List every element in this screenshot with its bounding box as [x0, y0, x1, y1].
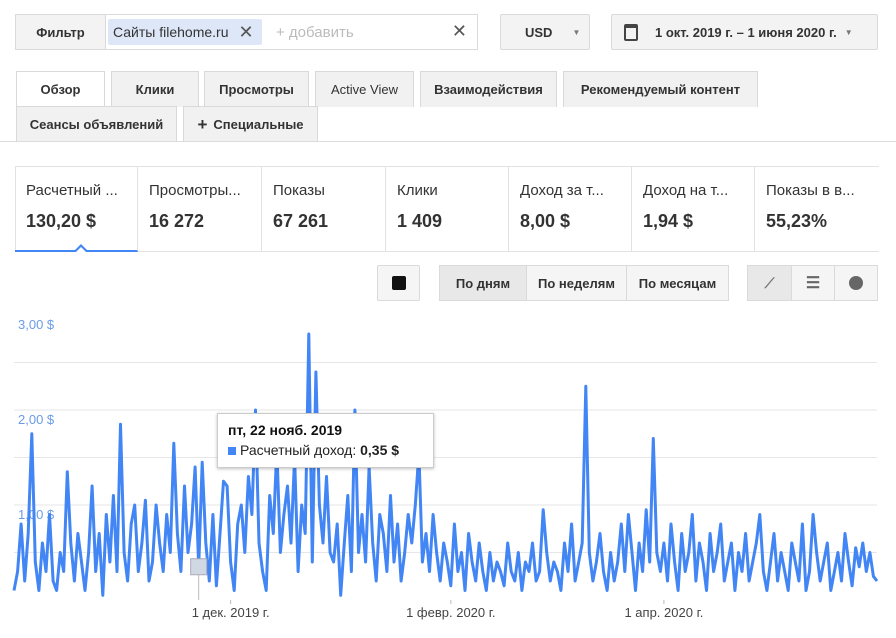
tab-active-view[interactable]: Active View — [315, 71, 414, 107]
date-range-value: 1 окт. 2019 г. – 1 июня 2020 г. — [655, 24, 837, 40]
metric-label: Доход за т... — [520, 182, 604, 199]
x-tick-label: 1 апр. 2020 г. — [624, 605, 703, 620]
plus-icon: + — [197, 114, 208, 134]
tabs-divider — [0, 141, 896, 142]
date-range-select[interactable]: 1 окт. 2019 г. – 1 июня 2020 г. ▼ — [611, 14, 878, 50]
metric-value: 130,20 $ — [26, 211, 97, 231]
metric-value: 16 272 — [149, 211, 205, 231]
line-chart-icon: ⟋ — [764, 274, 775, 291]
tab-overview[interactable]: Обзор — [16, 71, 105, 107]
x-tick-label: 1 дек. 2019 г. — [192, 605, 270, 620]
granularity-month[interactable]: По месяцам — [627, 266, 728, 300]
chip-remove-icon[interactable]: ✕ — [239, 22, 254, 43]
granularity-toggle: По дням По неделям По месяцам — [439, 265, 729, 301]
metric-label: Клики — [397, 182, 438, 199]
bar-chart-button[interactable]: ☰ — [792, 266, 835, 300]
filter-bar: Фильтр Сайты filehome.ru ✕ + добавить ✕ — [15, 14, 478, 50]
tab-interactions[interactable]: Взаимодействия — [420, 71, 557, 107]
tooltip-value: 0,35 $ — [360, 442, 400, 458]
metric-value: 67 261 — [273, 211, 329, 231]
metric-value: 8,00 $ — [520, 211, 571, 231]
comment-icon — [391, 276, 406, 290]
pie-chart-icon — [849, 276, 863, 290]
add-filter-input[interactable]: + добавить — [276, 24, 354, 41]
selected-caret-inner — [76, 247, 86, 252]
tab-clicks[interactable]: Клики — [111, 71, 199, 107]
metric-label: Доход на т... — [643, 182, 729, 199]
chart-tooltip: пт, 22 нояб. 2019 Расчетный доход: 0,35 … — [217, 413, 434, 468]
metric-value: 1,94 $ — [643, 211, 694, 231]
filter-button[interactable]: Фильтр — [16, 15, 106, 49]
chip-prefix: Сайты — [113, 24, 156, 40]
granularity-week[interactable]: По неделям — [527, 266, 627, 300]
metric-impressions[interactable]: Показы 67 261 — [262, 166, 386, 252]
bar-chart-icon: ☰ — [805, 275, 821, 292]
filter-chip: Сайты filehome.ru ✕ — [108, 19, 262, 45]
tab-ad-sessions[interactable]: Сеансы объявлений — [16, 106, 177, 142]
tab-custom-label: Специальные — [213, 117, 304, 132]
legend-swatch — [228, 447, 236, 455]
x-tick-label: 1 февр. 2020 г. — [406, 605, 495, 620]
metric-estimated-revenue[interactable]: Расчетный ... 130,20 $ — [15, 166, 138, 252]
metric-viewable-impressions[interactable]: Показы в в... 55,23% — [755, 166, 879, 252]
pie-chart-button[interactable] — [835, 266, 877, 300]
metric-value: 55,23% — [766, 211, 828, 231]
y-tick-label: 3,00 $ — [18, 317, 55, 332]
tooltip-series: Расчетный доход: — [240, 442, 357, 458]
tab-views[interactable]: Просмотры — [204, 71, 309, 107]
line-chart-button[interactable]: ⟋ — [748, 266, 792, 300]
currency-value: USD — [525, 24, 553, 40]
tab-recommended-content[interactable]: Рекомендуемый контент — [563, 71, 758, 107]
metric-label: Просмотры... — [149, 182, 241, 199]
currency-select[interactable]: USD ▼ — [500, 14, 590, 50]
chevron-down-icon: ▼ — [572, 27, 581, 37]
tooltip-date: пт, 22 нояб. 2019 — [228, 422, 343, 438]
calendar-icon — [624, 23, 638, 41]
metric-label: Показы — [273, 182, 325, 199]
metric-value: 1 409 — [397, 211, 443, 231]
metric-pageviews[interactable]: Просмотры... 16 272 — [138, 166, 262, 252]
metric-clicks[interactable]: Клики 1 409 — [386, 166, 509, 252]
chevron-down-icon: ▼ — [844, 27, 853, 37]
highlight-point — [190, 558, 208, 576]
chart-type-toggle: ⟋ ☰ — [747, 265, 878, 301]
revenue-line-chart[interactable]: 3,00 $2,00 $1,00 $1 дек. 2019 г. 1 февр. … — [0, 305, 896, 638]
revenue-series-line — [12, 332, 879, 597]
metric-label: Показы в в... — [766, 182, 855, 199]
y-tick-label: 2,00 $ — [18, 412, 55, 427]
metric-revenue-per[interactable]: Доход за т... 8,00 $ — [509, 166, 632, 252]
annotations-button[interactable] — [377, 265, 420, 301]
metric-label: Расчетный ... — [26, 182, 118, 199]
chip-value: filehome.ru — [159, 24, 229, 40]
tooltip-row: Расчетный доход: 0,35 $ — [228, 442, 423, 458]
tab-custom[interactable]: + Специальные — [183, 106, 318, 142]
granularity-day[interactable]: По дням — [440, 266, 527, 300]
clear-filter-icon[interactable]: ✕ — [452, 21, 467, 42]
metric-revenue-per-2[interactable]: Доход на т... 1,94 $ — [632, 166, 755, 252]
